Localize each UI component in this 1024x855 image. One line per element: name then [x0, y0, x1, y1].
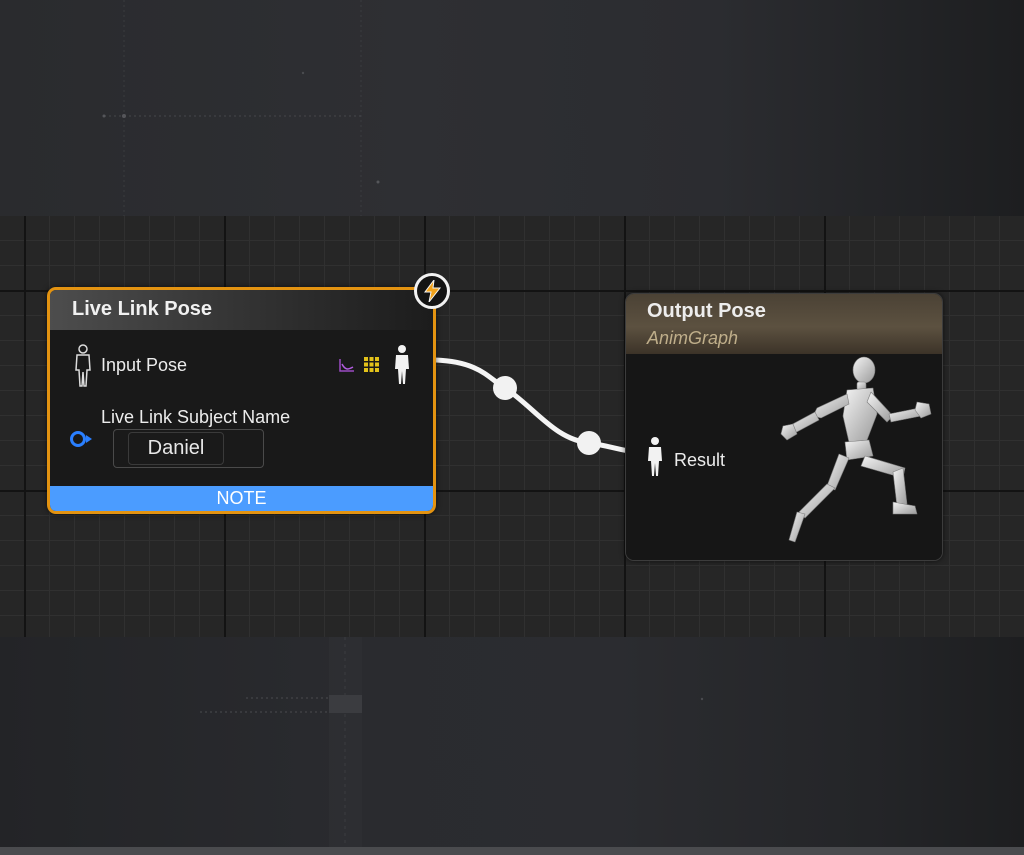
result-label: Result	[674, 450, 726, 470]
grid-icon	[364, 357, 379, 372]
subject-name-value[interactable]: Daniel	[128, 432, 224, 465]
node-subtitle: AnimGraph	[647, 328, 739, 348]
fast-path-badge	[414, 273, 450, 309]
output-pose-node[interactable]: Output Pose AnimGraph Result	[625, 293, 943, 561]
graph-background-bottom	[0, 637, 1024, 847]
subject-name-label: Live Link Subject Name	[101, 407, 291, 427]
node-header: Output Pose AnimGraph	[626, 294, 942, 354]
note-bar[interactable]: NOTE	[50, 486, 433, 511]
node-title: Output Pose	[647, 300, 766, 322]
lightning-icon	[424, 280, 442, 302]
subject-name-field[interactable]: Daniel	[113, 429, 264, 468]
mannequin-output-pin-icon[interactable]	[393, 344, 411, 386]
mannequin-pin-icon[interactable]	[72, 344, 94, 388]
input-pose-label: Input Pose	[101, 355, 188, 375]
node-header: Live Link Pose	[50, 290, 433, 330]
curve-icon	[339, 359, 354, 372]
running-mannequin-icon	[780, 356, 932, 543]
mannequin-pin-icon[interactable]	[647, 436, 663, 478]
graph-background-top	[0, 0, 1024, 216]
node-title: Live Link Pose	[72, 298, 213, 320]
object-pin-icon[interactable]	[69, 430, 93, 448]
live-link-pose-node[interactable]: Live Link Pose Input Pose Live Link Subj…	[47, 287, 436, 514]
bottom-strip	[0, 847, 1024, 855]
